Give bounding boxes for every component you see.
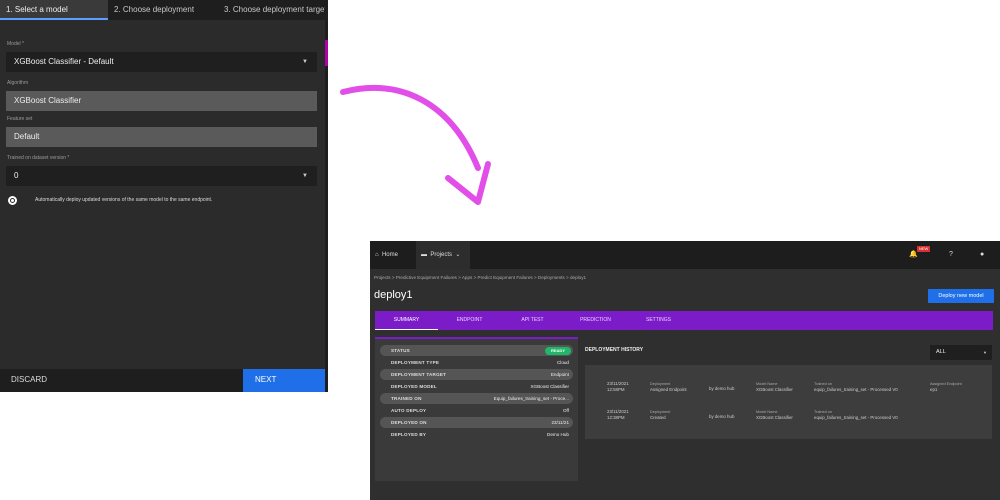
history-model: Model Name XGBoost Classifier (756, 409, 793, 421)
featureset-label: Feature set (7, 116, 33, 122)
deploy-new-model-button[interactable]: Deploy new model (928, 289, 994, 303)
summary-row-value: Cloud (556, 360, 569, 365)
page-title: deploy1 (374, 289, 413, 301)
history-model: Model Name XGBoost Classifier (756, 381, 793, 393)
auto-deploy-radio[interactable] (8, 196, 17, 205)
auto-deploy-text: Automatically deploy updated versions of… (35, 197, 213, 203)
nav-home-label: Home (381, 252, 398, 258)
history-model-value: XGBoost Classifier (756, 387, 793, 392)
summary-row-key: DEPLOYED ON (391, 420, 427, 425)
discard-button[interactable]: DISCARD (0, 369, 243, 392)
summary-row-value: Demo Hub (547, 432, 569, 437)
tab-prediction[interactable]: PREDICTION (564, 311, 627, 330)
home-icon: ⌂ (375, 252, 379, 258)
summary-row-key: AUTO DEPLOY (391, 408, 427, 413)
next-button[interactable]: NEXT (243, 369, 325, 392)
summary-row-key: DEPLOYED BY (391, 432, 427, 437)
history-endpoint: Assigned Endpoint ep1 (930, 381, 962, 393)
algorithm-label: Algorithm (7, 80, 29, 86)
nav-projects-label: Projects (430, 252, 453, 258)
summary-row-key: DEPLOYED MODEL (391, 384, 437, 389)
tab-endpoint[interactable]: ENDPOINT (438, 311, 501, 330)
model-label: Model * (7, 41, 24, 47)
status-badge: READY (544, 346, 571, 355)
new-badge: NEW (917, 246, 931, 252)
summary-row: DEPLOYED MODEL XGBoost Classifier (380, 381, 573, 392)
history-trained-value: equip_failures_training_set - Processed … (814, 415, 898, 420)
summary-row: DEPLOYMENT TARGET Endpoint (380, 369, 573, 380)
history-time-value: 12:38PM (607, 415, 625, 420)
deployment-tabs: SUMMARY ENDPOINT API TEST PREDICTION SET… (375, 311, 993, 330)
history-endpoint-value: ep1 (930, 387, 938, 392)
summary-row-key: TRAINED ON (391, 396, 422, 401)
history-filter-select[interactable]: ALL ▼ (930, 345, 992, 360)
deployment-history-list: 23/11/2021 12:58PM Deployment Assigned E… (585, 365, 992, 439)
history-date: 23/11/2021 12:58PM (607, 381, 629, 393)
help-icon[interactable]: ? (949, 241, 953, 269)
summary-row: AUTO DEPLOY Off (380, 405, 573, 416)
history-filter-value: ALL (936, 349, 946, 355)
step-select-model[interactable]: 1. Select a model (0, 0, 108, 20)
history-date-value: 23/11/2021 (607, 409, 629, 414)
history-event: Deployment Assigned Endpoint (650, 381, 687, 393)
dataset-version-value: 0 (14, 171, 19, 180)
featureset-field: Default (6, 127, 317, 147)
history-trained: Trained on equip_failures_training_set -… (814, 381, 898, 393)
history-by: by demo hub (709, 414, 735, 419)
summary-row-value: Off (562, 408, 569, 413)
dataset-version-select[interactable]: 0 ▼ (6, 166, 317, 186)
chevron-down-icon: ▼ (983, 350, 987, 355)
summary-row: DEPLOYED ON 23/11/21 (380, 417, 573, 428)
history-model-value: XGBoost Classifier (756, 415, 793, 420)
model-select-value: XGBoost Classifier - Default (14, 57, 114, 66)
summary-row-value: Equip_failures_training_set - Proce... (493, 396, 569, 401)
wizard-steps: 1. Select a model 2. Choose deployment 3… (0, 0, 325, 20)
user-icon[interactable]: ● (980, 241, 984, 269)
breadcrumb[interactable]: Projects > Predictive Equipment Failures… (374, 275, 586, 280)
status-row: STATUS READY (380, 345, 573, 356)
deployment-history-title: DEPLOYMENT HISTORY (585, 347, 644, 353)
wizard-edge-accent (325, 40, 328, 66)
summary-row-value: XGBoost Classifier (530, 384, 569, 389)
deployment-app-window: ⌂ Home ▬ Projects ⌄ 🔔 NEW ? ● Projects >… (370, 241, 1000, 500)
algorithm-field: XGBoost Classifier (6, 91, 317, 111)
summary-row: DEPLOYED BY Demo Hub (380, 429, 573, 440)
history-date: 23/11/2021 12:38PM (607, 409, 629, 421)
deployment-wizard: 1. Select a model 2. Choose deployment 3… (0, 0, 328, 392)
summary-row-key: DEPLOYMENT TYPE (391, 360, 440, 365)
arrow-head (445, 161, 491, 205)
summary-card: STATUS READY DEPLOYMENT TYPE Cloud DEPLO… (375, 337, 578, 481)
history-date-value: 23/11/2021 (607, 381, 629, 386)
history-trained: Trained on equip_failures_training_set -… (814, 409, 898, 421)
summary-row: DEPLOYMENT TYPE Cloud (380, 357, 573, 368)
curved-arrow-icon (340, 85, 491, 205)
chevron-down-icon: ▼ (302, 59, 308, 65)
tab-settings[interactable]: SETTINGS (627, 311, 690, 330)
tab-summary[interactable]: SUMMARY (375, 311, 438, 330)
step-choose-target[interactable]: 3. Choose deployment target (218, 0, 325, 20)
history-event-value: Created (650, 415, 666, 420)
summary-row-value: Endpoint (550, 372, 569, 377)
dataset-version-label: Trained on dataset version * (7, 155, 70, 161)
step-choose-deployment[interactable]: 2. Choose deployment (108, 0, 218, 20)
history-event: Deployment Created (650, 409, 670, 421)
history-trained-value: equip_failures_training_set - Processed … (814, 387, 898, 392)
chevron-down-icon: ⌄ (455, 252, 461, 258)
history-event-value: Assigned Endpoint (650, 387, 687, 392)
model-select[interactable]: XGBoost Classifier - Default ▼ (6, 52, 317, 72)
summary-row-value: 23/11/21 (551, 420, 569, 425)
chevron-down-icon: ▼ (302, 173, 308, 179)
nav-projects[interactable]: ▬ Projects ⌄ (416, 241, 470, 269)
arrow-shaft (340, 85, 481, 171)
tab-api-test[interactable]: API TEST (501, 311, 564, 330)
top-nav-bar: ⌂ Home ▬ Projects ⌄ 🔔 NEW ? ● (370, 241, 1000, 269)
summary-row-key: DEPLOYMENT TARGET (391, 372, 447, 377)
nav-home[interactable]: ⌂ Home (375, 241, 398, 269)
folder-icon: ▬ (421, 252, 427, 258)
status-key: STATUS (391, 348, 410, 353)
history-time-value: 12:58PM (607, 387, 625, 392)
wizard-footer: DISCARD NEXT (0, 369, 325, 392)
summary-row: TRAINED ON Equip_failures_training_set -… (380, 393, 573, 404)
history-by: by demo hub (709, 386, 735, 391)
